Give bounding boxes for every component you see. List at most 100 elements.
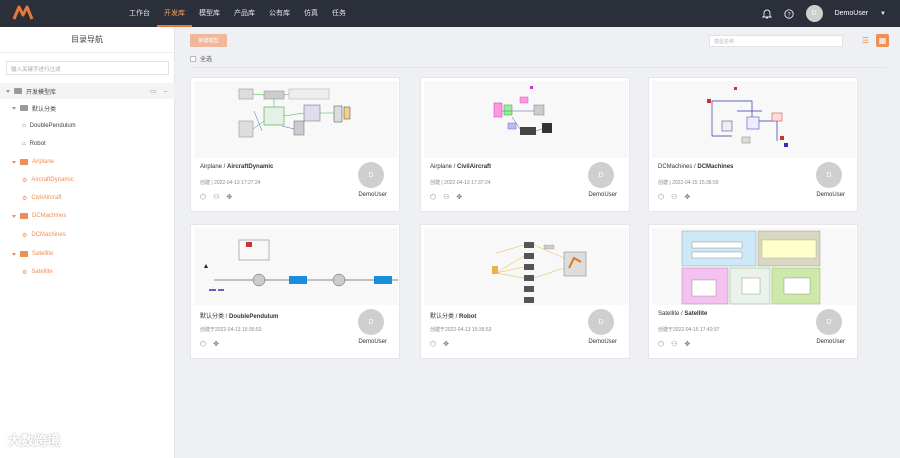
list-view-icon[interactable]: ☰ <box>859 34 872 47</box>
select-all-label: 全选 <box>200 57 213 63</box>
add-model-button[interactable]: 新建模型 <box>190 34 227 47</box>
model-card-aircraftdynamic[interactable]: Airplane / AircraftDynamic 创建 | 2022-04-… <box>190 77 400 212</box>
tree-item-satellite-category[interactable]: Satellite <box>0 246 175 262</box>
card-title[interactable]: 默认分类 / Robot <box>430 311 476 320</box>
card-meta: 创建于2022-04-15 17:40:37 <box>658 327 720 333</box>
avatar: D <box>588 162 614 188</box>
caret-down-icon <box>12 214 16 218</box>
divider <box>190 67 887 68</box>
tree-item-civilaircraft[interactable]: ⚙ CivilAircraft <box>0 190 175 206</box>
tree-item-aircraftdynamic[interactable]: ⚙ AircraftDynamic <box>0 172 175 188</box>
user-name[interactable]: DemoUser <box>835 10 868 17</box>
move-icon[interactable]: ✥ <box>684 340 690 348</box>
folder-icon <box>20 251 28 257</box>
model-thumbnail <box>424 81 628 158</box>
tree-item-label: Satellite <box>32 251 54 257</box>
select-all-checkbox[interactable]: 全选 <box>190 54 212 63</box>
main-nav: 工作台 开发库 模型库 产品库 公有库 仿真 任务 <box>122 0 353 27</box>
share-user-icon[interactable]: ⚇ <box>671 340 677 348</box>
model-card-dcmachines[interactable]: DCMachines / DCMachines 创建 | 2022-04-15 … <box>648 77 858 212</box>
model-icon: ⚙ <box>22 195 28 202</box>
nav-item-public-library[interactable]: 公有库 <box>262 0 297 27</box>
model-card-civilaircraft[interactable]: Airplane / CivilAircraft 创建 | 2022-04-13… <box>420 77 630 212</box>
top-right-tools: ? D DemoUser ▼ <box>761 0 886 27</box>
caret-down-icon <box>12 106 16 110</box>
watermark: 大数跨境 <box>8 433 61 448</box>
card-title[interactable]: Airplane / AircraftDynamic <box>200 164 273 170</box>
avatar: D <box>816 309 842 335</box>
model-thumbnail <box>652 228 856 305</box>
model-card-satellite[interactable]: Satellite / Satellite 创建于2022-04-15 17:4… <box>648 224 858 359</box>
tree-item-dcmachines[interactable]: ⚙ DCMachines <box>0 227 175 243</box>
folder-icon <box>20 159 28 165</box>
card-actions: ⬡ ⚇ ✥ <box>658 340 690 348</box>
nav-item-simulation[interactable]: 仿真 <box>297 0 325 27</box>
move-icon[interactable]: ✥ <box>443 340 449 348</box>
move-icon[interactable]: ✥ <box>213 340 219 348</box>
model-thumbnail <box>652 81 856 158</box>
share-user-icon[interactable]: ⚇ <box>671 193 677 201</box>
share-user-icon[interactable]: ⚇ <box>213 193 219 201</box>
tree-item-robot[interactable]: ⌂ Robot <box>0 136 175 152</box>
nav-item-dev-library[interactable]: 开发库 <box>157 0 192 27</box>
bell-icon[interactable] <box>761 9 772 19</box>
card-title[interactable]: 默认分类 / DoublePendulum <box>200 311 278 320</box>
sidebar-search-input[interactable]: 输入关键字进行过滤 <box>6 61 169 75</box>
chevron-down-icon[interactable]: ▼ <box>880 11 886 17</box>
model-icon: ⚙ <box>22 269 28 276</box>
avatar: D <box>816 162 842 188</box>
card-actions: ⬡ ⚇ ✥ <box>658 193 690 201</box>
folder-icon <box>20 105 28 111</box>
tree-item-default-category[interactable]: 默认分类 <box>0 100 175 116</box>
tree-root[interactable]: 开发模型库 ▭ − <box>0 83 175 99</box>
model-card-doublependulum[interactable]: 默认分类 / DoublePendulum 创建于2022-04-13 15:3… <box>190 224 400 359</box>
tree-item-label: Satellite <box>31 269 53 275</box>
package-icon[interactable]: ⬡ <box>200 193 206 201</box>
folder-open-icon[interactable]: ▭ <box>150 87 157 95</box>
nav-item-workbench[interactable]: 工作台 <box>122 0 157 27</box>
package-icon[interactable]: ⬡ <box>658 340 664 348</box>
package-icon[interactable]: ⬡ <box>658 193 664 201</box>
tree-root-label: 开发模型库 <box>26 89 57 96</box>
logo-icon[interactable] <box>12 5 34 21</box>
card-actions: ⬡ ✥ <box>200 340 219 348</box>
tree-item-airplane[interactable]: Airplane <box>0 154 175 170</box>
tree-item-label: AircraftDynamic <box>31 177 74 183</box>
package-icon[interactable]: ⬡ <box>430 340 436 348</box>
nav-item-model-library[interactable]: 模型库 <box>192 0 227 27</box>
tree-item-satellite[interactable]: ⚙ Satellite <box>0 264 175 280</box>
tree-item-label: 默认分类 <box>32 106 57 113</box>
tree-item-label: DCMachines <box>32 213 67 219</box>
card-title[interactable]: Airplane / CivilAircraft <box>430 164 491 170</box>
move-icon[interactable]: ✥ <box>456 193 462 201</box>
package-icon[interactable]: ⬡ <box>200 340 206 348</box>
card-title[interactable]: Satellite / Satellite <box>658 311 707 317</box>
model-search-input[interactable]: 模型名称 <box>709 35 843 47</box>
sidebar: 目录导航 输入关键字进行过滤 开发模型库 ▭ − 默认分类 ⌂ DoublePe… <box>0 27 175 458</box>
card-meta: 创建 | 2022-04-13 17:37:24 <box>430 180 491 186</box>
grid-view-icon[interactable]: ▦ <box>876 34 889 47</box>
avatar[interactable]: D <box>805 5 823 22</box>
collapse-icon[interactable]: − <box>163 87 168 96</box>
card-user: DemoUser <box>588 339 617 345</box>
package-icon[interactable]: ⬡ <box>430 193 436 201</box>
avatar: D <box>358 309 384 335</box>
model-thumbnail <box>194 81 398 158</box>
tree-item-dcmachines-category[interactable]: DCMachines <box>0 208 175 224</box>
move-icon[interactable]: ✥ <box>226 193 232 201</box>
card-title[interactable]: DCMachines / DCMachines <box>658 164 733 170</box>
checkbox[interactable] <box>190 55 196 62</box>
help-icon[interactable]: ? <box>783 8 794 19</box>
card-meta: 创建于2022-04-13 15:36:53 <box>430 327 492 333</box>
move-icon[interactable]: ✥ <box>684 193 690 201</box>
caret-down-icon <box>12 160 16 164</box>
model-card-robot[interactable]: 默认分类 / Robot 创建于2022-04-13 15:36:53 ⬡ ✥ … <box>420 224 630 359</box>
card-meta: 创建 | 2022-04-15 15:36:59 <box>658 180 719 186</box>
tree-item-doublependulum[interactable]: ⌂ DoublePendulum <box>0 118 175 134</box>
model-icon: ⚙ <box>22 177 28 184</box>
top-bar: 工作台 开发库 模型库 产品库 公有库 仿真 任务 ? D DemoUser ▼ <box>0 0 900 27</box>
nav-item-tasks[interactable]: 任务 <box>325 0 353 27</box>
share-user-icon[interactable]: ⚇ <box>443 193 449 201</box>
nav-item-product-library[interactable]: 产品库 <box>227 0 262 27</box>
tree-item-label: Robot <box>29 141 46 147</box>
